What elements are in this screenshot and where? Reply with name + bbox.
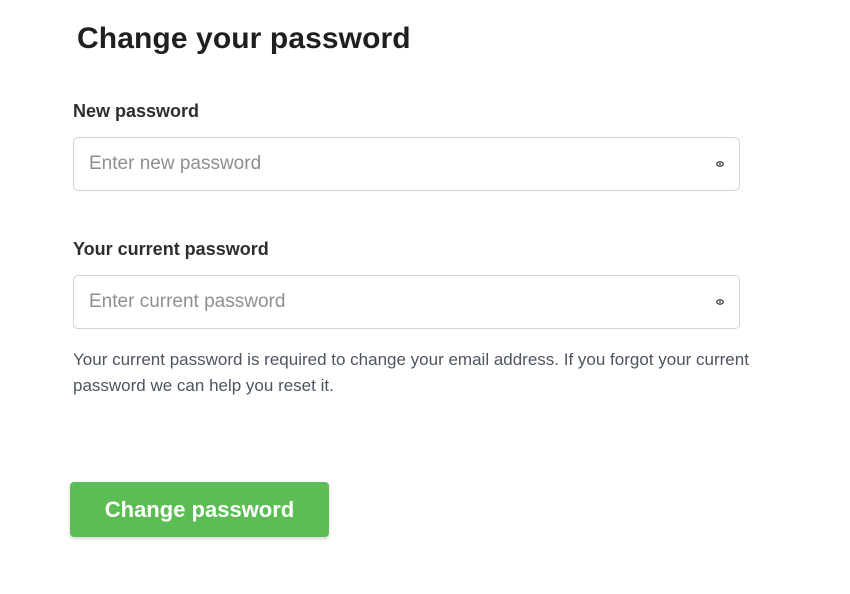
new-password-field-container xyxy=(73,137,740,191)
change-password-button[interactable]: Change password xyxy=(70,482,329,537)
new-password-input[interactable] xyxy=(74,138,739,190)
current-password-input[interactable] xyxy=(74,276,739,328)
new-password-label: New password xyxy=(73,101,200,121)
eye-icon-glyph xyxy=(716,161,724,167)
current-password-field-container xyxy=(73,275,740,329)
current-password-label: Your current password xyxy=(73,239,269,259)
eye-icon-glyph xyxy=(716,299,724,305)
page-title: Change your password xyxy=(77,22,411,55)
eye-icon[interactable] xyxy=(713,295,727,309)
current-password-help-text: Your current password is required to cha… xyxy=(73,350,749,395)
eye-icon[interactable] xyxy=(713,157,727,171)
